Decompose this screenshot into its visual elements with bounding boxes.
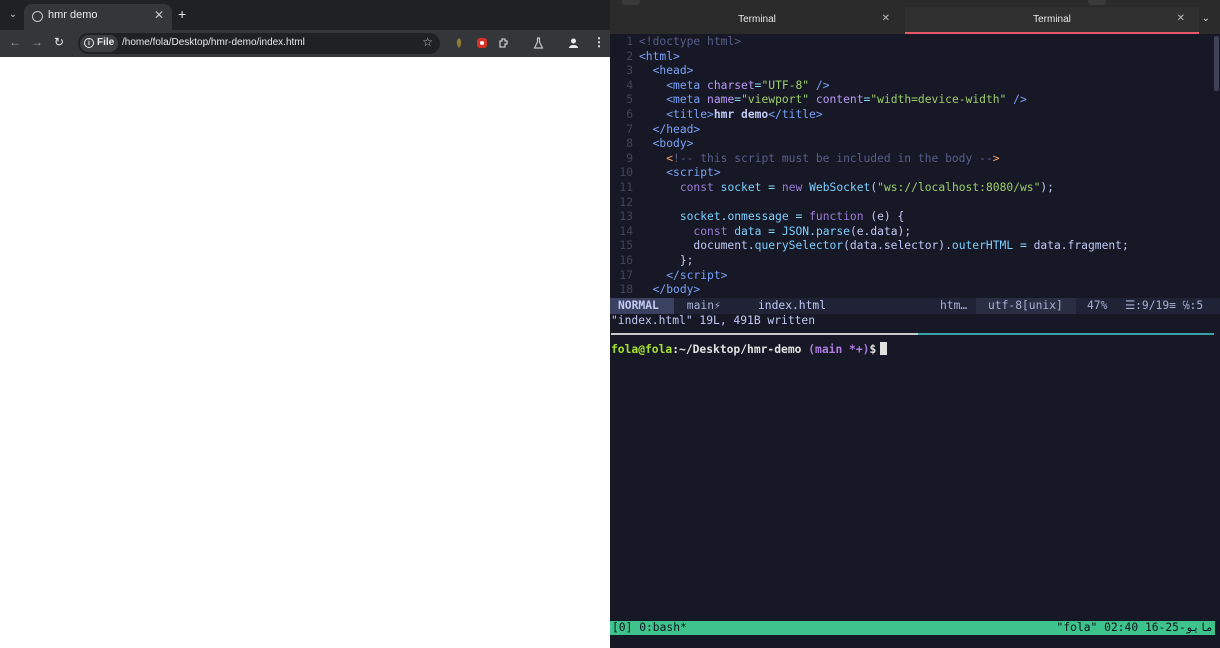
terminal-tab-1[interactable]: Terminal ✕ — [610, 7, 904, 34]
shell-prompt[interactable]: fola@fola:~/Desktop/hmr-demo (main *+)$ — [611, 342, 888, 357]
code-text: </head> — [652, 122, 701, 136]
code-text: <html> — [639, 49, 680, 63]
browser-tab-hmr-demo[interactable]: hmr demo ✕ — [24, 4, 172, 30]
window-edge-handle — [622, 0, 640, 5]
code-text: <!doctype html> — [639, 35, 742, 48]
browser-tab-strip: ⌄ hmr demo ✕ + — [0, 0, 610, 30]
tmux-status-bar: [0] 0:bash* "fola" 02:40 16-25-مايو — [610, 621, 1215, 635]
file-encoding: utf-8[unix] — [988, 299, 1063, 312]
file-type: htm… — [940, 299, 968, 312]
forward-arrow-icon[interactable]: → — [31, 35, 43, 49]
line-number: 14 — [619, 224, 633, 238]
code-text: const data = JSON.parse(e.data); — [693, 224, 912, 238]
url-text[interactable]: /home/fola/Desktop/hmr-demo/index.html — [122, 37, 305, 48]
line-number: 4 — [626, 78, 633, 92]
code-text: <!-- this script must be included in the… — [666, 151, 1000, 165]
reload-icon[interactable]: ↻ — [54, 35, 64, 49]
bookmark-star-icon[interactable]: ☆ — [422, 35, 433, 49]
code-text: <script> — [666, 166, 721, 180]
terminal-header: Terminal ✕ Terminal ✕ ⌄ — [610, 0, 1220, 34]
terminal-window: Terminal ✕ Terminal ✕ ⌄ 1 <!doctype html>… — [610, 0, 1220, 648]
line-number: 2 — [626, 49, 633, 63]
vim-mode: NORMAL — [610, 298, 674, 314]
address-bar[interactable]: i File /home/fola/Desktop/hmr-demo/index… — [78, 33, 440, 54]
editor-scrollbar[interactable] — [1214, 36, 1219, 91]
extension-red-icon[interactable] — [476, 37, 488, 49]
code-text: socket.onmessage = function (e) { — [679, 210, 905, 224]
vim-editor[interactable]: 1 <!doctype html> 2 <html> 3 <head> 4 <meta c… — [610, 34, 1214, 298]
close-tab-icon[interactable]: ✕ — [882, 13, 890, 24]
prompt-git: (main *+) — [801, 343, 870, 356]
line-number: 9 — [626, 151, 633, 165]
code-text: document.querySelector(data.selector).ou… — [693, 239, 1129, 253]
tab-search-chevron-icon[interactable]: ⌄ — [4, 6, 22, 24]
vim-statusline: NORMAL main⚡ index.html htm… utf-8[unix]… — [610, 298, 1220, 314]
window-edge-handle — [1088, 0, 1106, 5]
git-branch: main⚡ — [680, 299, 721, 312]
code-text: <meta charset="UTF-8" /> — [666, 78, 830, 92]
tab-list-chevron-icon[interactable]: ⌄ — [1202, 13, 1210, 24]
terminal-tab-2[interactable]: Terminal ✕ — [905, 7, 1199, 34]
line-number: 13 — [619, 210, 633, 224]
code-text: }; — [679, 254, 694, 267]
line-number: 8 — [626, 137, 633, 151]
line-number: 6 — [626, 108, 633, 121]
line-number: 1 — [626, 35, 633, 48]
close-tab-icon[interactable]: ✕ — [154, 8, 164, 22]
back-arrow-icon[interactable]: ← — [9, 35, 21, 49]
globe-icon — [32, 11, 43, 22]
code-text: <title>hmr demo</title> — [666, 108, 823, 121]
scroll-percent: 47% — [1087, 299, 1108, 312]
line-number: 12 — [619, 195, 633, 209]
code-text: <body> — [652, 137, 694, 151]
prompt-dollar: $ — [869, 343, 877, 356]
code-text: <head> — [652, 64, 694, 78]
labs-flask-icon[interactable] — [533, 37, 544, 49]
tmux-pane-divider-active[interactable] — [918, 333, 1214, 335]
terminal-tab-label: Terminal — [1033, 14, 1071, 25]
browser-tab-title: hmr demo — [48, 9, 98, 21]
browser-menu-icon[interactable]: ⋮ — [593, 35, 605, 49]
line-number: 10 — [619, 166, 633, 180]
code-text: </script> — [666, 268, 728, 282]
cursor-position: ☰:9/19≡ ℅:5 — [1125, 299, 1204, 312]
prompt-user: fola@fola — [611, 343, 673, 356]
code-text: </body> — [652, 283, 701, 297]
terminal-cursor — [880, 342, 888, 355]
line-number: 15 — [619, 239, 633, 253]
new-tab-button[interactable]: + — [178, 6, 186, 22]
file-name: index.html — [758, 299, 827, 312]
browser-toolbar: ← → ↻ i File /home/fola/Desktop/hmr-demo… — [0, 30, 610, 57]
prompt-path: :~/Desktop/hmr-demo — [672, 343, 802, 356]
line-number: 11 — [619, 181, 633, 194]
line-number: 16 — [619, 254, 633, 267]
code-text: <meta name="viewport" content="width=dev… — [666, 93, 1027, 107]
terminal-body[interactable]: 1 <!doctype html> 2 <html> 3 <head> 4 <meta c… — [610, 34, 1220, 648]
close-tab-icon[interactable]: ✕ — [1177, 13, 1185, 24]
line-number: 17 — [619, 268, 633, 282]
tmux-status-right: "fola" 02:40 16-25-مايو — [1056, 621, 1213, 634]
tmux-pane-divider[interactable] — [611, 333, 918, 335]
line-number: 3 — [626, 64, 633, 78]
line-number: 5 — [626, 93, 633, 107]
terminal-tab-label: Terminal — [738, 14, 776, 25]
extensions-puzzle-icon[interactable] — [498, 37, 510, 49]
tmux-window-list[interactable]: [0] 0:bash* — [612, 621, 687, 635]
line-number: 18 — [619, 283, 633, 297]
site-info-label: File — [97, 37, 115, 48]
profile-avatar-icon[interactable] — [568, 37, 579, 49]
line-number: 7 — [626, 122, 633, 136]
site-info-chip[interactable]: i File — [80, 35, 118, 52]
info-icon: i — [84, 38, 94, 48]
browser-page-content — [0, 57, 610, 648]
extension-leaf-icon[interactable] — [454, 37, 464, 49]
code-text: const socket = new WebSocket("ws://local… — [679, 181, 1054, 194]
vim-message-line: "index.html" 19L, 491B written — [611, 314, 816, 327]
browser-window: ⌄ hmr demo ✕ + ← → ↻ i File /home/fola/D… — [0, 0, 610, 648]
